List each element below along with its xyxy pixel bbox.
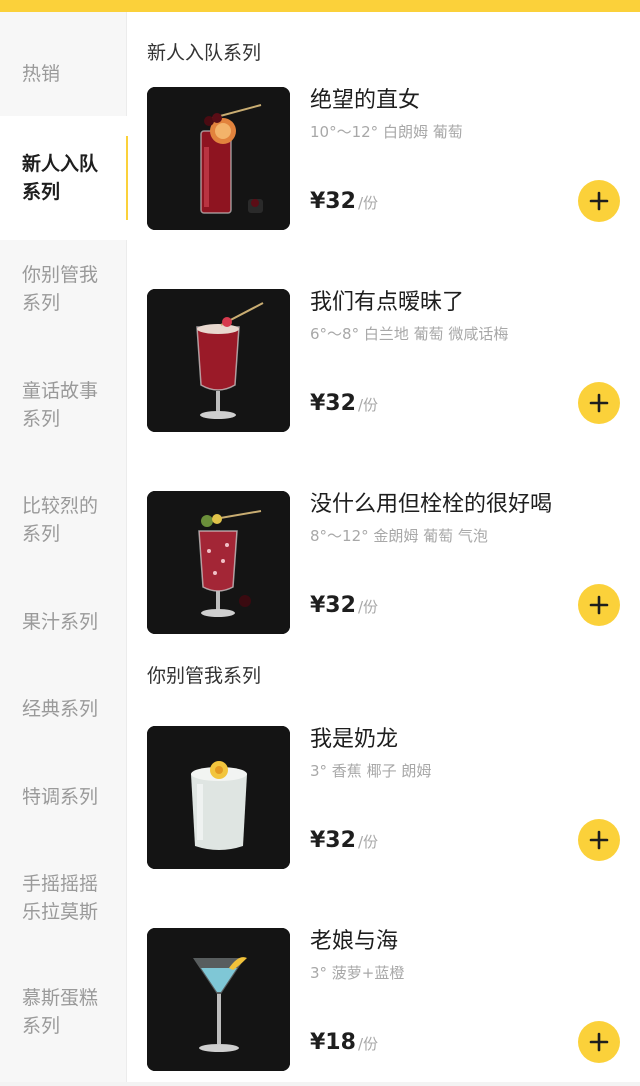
sidebar-item-shaker-ramos[interactable]: 手摇摇摇 乐拉莫斯 bbox=[0, 857, 127, 939]
product-card[interactable]: 我是奶龙 3° 香蕉 椰子 朗姆 ¥32 /份 bbox=[147, 726, 631, 876]
sidebar-item-label: 经典系列 bbox=[22, 698, 99, 720]
plus-icon bbox=[589, 393, 609, 413]
price-group: ¥32 /份 bbox=[310, 390, 378, 418]
sidebar-item-label: 慕斯蛋糕 系列 bbox=[22, 987, 99, 1037]
product-price: ¥32 bbox=[310, 828, 356, 853]
milky-tumbler-cocktail-image[interactable] bbox=[147, 726, 290, 869]
price-unit: /份 bbox=[357, 194, 378, 212]
product-description: 3° 香蕉 椰子 朗姆 bbox=[310, 762, 432, 780]
sidebar-item-label: 童话故事 系列 bbox=[22, 380, 99, 430]
product-name: 我是奶龙 bbox=[310, 727, 399, 752]
product-name: 老娘与海 bbox=[310, 929, 399, 954]
sidebar-item-fairy-tale-series[interactable]: 童话故事 系列 bbox=[0, 364, 127, 446]
red-goblet-cocktail-image[interactable] bbox=[147, 289, 290, 432]
price-group: ¥32 /份 bbox=[310, 592, 378, 620]
product-description: 8°～12° 金朗姆 葡萄 气泡 bbox=[310, 527, 488, 545]
product-card[interactable]: 老娘与海 3° 菠萝+蓝橙 ¥18 /份 bbox=[147, 928, 631, 1078]
menu-page: 热销 新人入队 系列 你别管我 系列 童话故事 系列 比较烈的 系列 果汁系列 … bbox=[0, 0, 640, 1086]
sidebar-item-label: 比较烈的 系列 bbox=[22, 495, 99, 545]
sparkling-red-cocktail-image[interactable] bbox=[147, 491, 290, 634]
sidebar-item-label: 手摇摇摇 乐拉莫斯 bbox=[22, 873, 99, 923]
product-card[interactable]: 我们有点暧昧了 6°～8° 白兰地 葡萄 微咸话梅 ¥32 /份 bbox=[147, 289, 631, 439]
product-name: 我们有点暧昧了 bbox=[310, 290, 465, 315]
sidebar-item-juice-series[interactable]: 果汁系列 bbox=[0, 597, 127, 647]
add-to-cart-button[interactable] bbox=[578, 180, 620, 222]
sidebar-item-label: 果汁系列 bbox=[22, 611, 99, 633]
top-accent-bar bbox=[0, 0, 640, 12]
plus-icon bbox=[589, 595, 609, 615]
price-unit: /份 bbox=[357, 598, 378, 616]
plus-icon bbox=[589, 191, 609, 211]
product-list[interactable]: 新人入队系列 绝望的直女 10°～12° 白朗姆 葡萄 ¥32 /份 我们有点暧… bbox=[128, 12, 640, 1086]
product-description: 6°～8° 白兰地 葡萄 微咸话梅 bbox=[310, 325, 509, 343]
add-to-cart-button[interactable] bbox=[578, 1021, 620, 1063]
price-group: ¥32 /份 bbox=[310, 188, 378, 216]
product-price: ¥32 bbox=[310, 189, 356, 214]
bottom-divider bbox=[0, 1082, 640, 1086]
price-unit: /份 bbox=[357, 396, 378, 414]
section-title: 新人入队系列 bbox=[147, 42, 262, 64]
add-to-cart-button[interactable] bbox=[578, 819, 620, 861]
price-unit: /份 bbox=[357, 1035, 378, 1053]
product-price: ¥32 bbox=[310, 593, 356, 618]
sidebar-item-leave-me-series[interactable]: 你别管我 系列 bbox=[0, 248, 127, 330]
sidebar-item-special-series[interactable]: 特调系列 bbox=[0, 772, 127, 822]
sidebar-item-label: 特调系列 bbox=[22, 786, 99, 808]
sidebar-item-mousse-cake-series[interactable]: 慕斯蛋糕 系列 bbox=[0, 971, 127, 1053]
plus-icon bbox=[589, 1032, 609, 1052]
product-price: ¥18 bbox=[310, 1030, 356, 1055]
plus-icon bbox=[589, 830, 609, 850]
price-unit: /份 bbox=[357, 833, 378, 851]
sidebar-item-label: 热销 bbox=[22, 63, 61, 85]
product-card[interactable]: 绝望的直女 10°～12° 白朗姆 葡萄 ¥32 /份 bbox=[147, 87, 631, 237]
sidebar-item-classic-series[interactable]: 经典系列 bbox=[0, 684, 127, 734]
category-sidebar[interactable]: 热销 新人入队 系列 你别管我 系列 童话故事 系列 比较烈的 系列 果汁系列 … bbox=[0, 12, 128, 1086]
product-name: 绝望的直女 bbox=[310, 88, 421, 113]
red-highball-cocktail-image[interactable] bbox=[147, 87, 290, 230]
sidebar-item-strong-series[interactable]: 比较烈的 系列 bbox=[0, 479, 127, 561]
sidebar-item-hot[interactable]: 热销 bbox=[0, 40, 127, 108]
sidebar-item-label: 你别管我 系列 bbox=[22, 264, 99, 314]
blue-martini-cocktail-image[interactable] bbox=[147, 928, 290, 1071]
add-to-cart-button[interactable] bbox=[578, 382, 620, 424]
section-title: 你别管我系列 bbox=[147, 665, 262, 687]
price-group: ¥18 /份 bbox=[310, 1029, 378, 1057]
product-price: ¥32 bbox=[310, 391, 356, 416]
add-to-cart-button[interactable] bbox=[578, 584, 620, 626]
product-card[interactable]: 没什么用但栓栓的很好喝 8°～12° 金朗姆 葡萄 气泡 ¥32 /份 bbox=[147, 491, 631, 641]
product-description: 10°～12° 白朗姆 葡萄 bbox=[310, 123, 463, 141]
sidebar-item-label: 新人入队 系列 bbox=[22, 153, 99, 203]
sidebar-item-newcomer-series[interactable]: 新人入队 系列 bbox=[0, 116, 128, 240]
product-description: 3° 菠萝+蓝橙 bbox=[310, 964, 405, 982]
price-group: ¥32 /份 bbox=[310, 827, 378, 855]
product-name: 没什么用但栓栓的很好喝 bbox=[310, 492, 553, 517]
